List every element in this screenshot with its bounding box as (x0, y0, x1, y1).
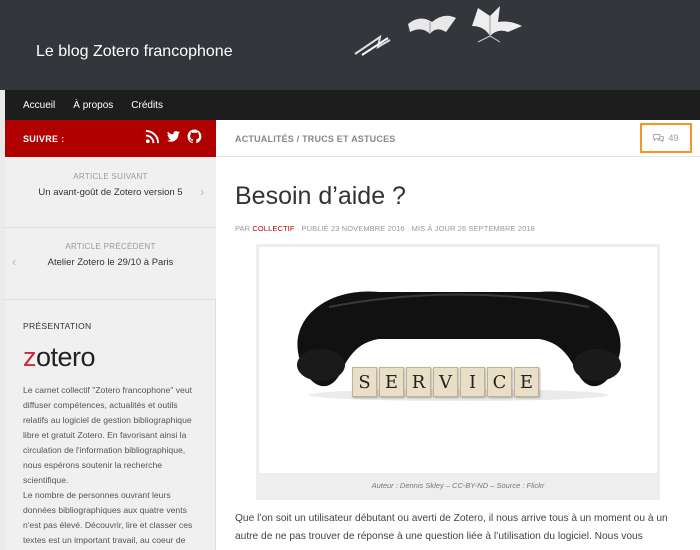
breadcrumb[interactable]: ACTUALITÉS / TRUCS ET ASTUCES (235, 134, 395, 144)
telephone-service-image: SERVICE (259, 247, 657, 473)
post-meta: PAR COLLECTIF · PUBLIÉ 23 NOVEMBRE 2016 … (235, 224, 535, 233)
comment-count-button[interactable]: 49 (640, 123, 692, 153)
follow-bar: SUIVRE : (5, 120, 216, 157)
presentation-text: Le carnet collectif "Zotero francophone"… (23, 385, 193, 545)
rss-icon[interactable] (145, 129, 160, 144)
main-nav: Accueil À propos Crédits (5, 90, 700, 120)
chevron-right-icon: › (200, 184, 205, 199)
letter-tile: R (406, 367, 431, 397)
main-content: ACTUALITÉS / TRUCS ET ASTUCES 49 Besoin … (216, 120, 700, 550)
follow-label: SUIVRE : (23, 134, 65, 144)
presentation-heading: PRÉSENTATION (23, 321, 92, 331)
post-dates: · PUBLIÉ 23 NOVEMBRE 2016 · MIS À JOUR 2… (294, 224, 535, 233)
site-title[interactable]: Le blog Zotero francophone (36, 43, 233, 61)
breadcrumb-bar: ACTUALITÉS / TRUCS ET ASTUCES 49 (216, 120, 700, 157)
author-link[interactable]: COLLECTIF (252, 224, 294, 233)
github-icon[interactable] (187, 129, 202, 144)
next-article-title[interactable]: Un avant-goût de Zotero version 5 (5, 187, 216, 198)
left-sidebar: SUIVRE : ARTICLE SUIVANT Un avant-goût d… (5, 120, 216, 550)
figure-caption: Auteur : Dennis Skley – CC-BY-ND – Sourc… (371, 481, 545, 490)
letter-tile: E (379, 367, 404, 397)
nav-item-a-propos[interactable]: À propos (73, 100, 113, 111)
post-body-text: Que l’on soit un utilisateur débutant ou… (235, 513, 668, 542)
flying-books-illustration (354, 6, 522, 56)
post-figure: SERVICE Auteur : Dennis Skley – CC-BY-ND… (256, 244, 660, 500)
nav-item-accueil[interactable]: Accueil (23, 100, 55, 111)
letter-tile: V (433, 367, 458, 397)
service-tiles: SERVICE (352, 367, 539, 397)
comment-count: 49 (668, 133, 679, 143)
letter-tile: I (460, 367, 485, 397)
chevron-left-icon: ‹ (12, 254, 17, 269)
site-header: Le blog Zotero francophone (0, 0, 700, 90)
letter-tile: E (514, 367, 539, 397)
letter-tile: C (487, 367, 512, 397)
zotero-logo: zotero (23, 342, 96, 372)
prev-article-label: ARTICLE PRÉCÉDENT (65, 242, 156, 251)
prev-article-title[interactable]: Atelier Zotero le 29/10 à Paris (5, 257, 216, 268)
next-article-label: ARTICLE SUIVANT (73, 172, 148, 181)
prev-article-link[interactable]: ARTICLE PRÉCÉDENT Atelier Zotero le 29/1… (5, 228, 216, 300)
post-title: Besoin d’aide ? (235, 182, 406, 210)
comments-icon (653, 134, 665, 143)
next-article-link[interactable]: ARTICLE SUIVANT Un avant-goût de Zotero … (5, 158, 216, 228)
twitter-icon[interactable] (166, 129, 181, 144)
letter-tile: S (352, 367, 377, 397)
nav-item-credits[interactable]: Crédits (131, 100, 163, 111)
